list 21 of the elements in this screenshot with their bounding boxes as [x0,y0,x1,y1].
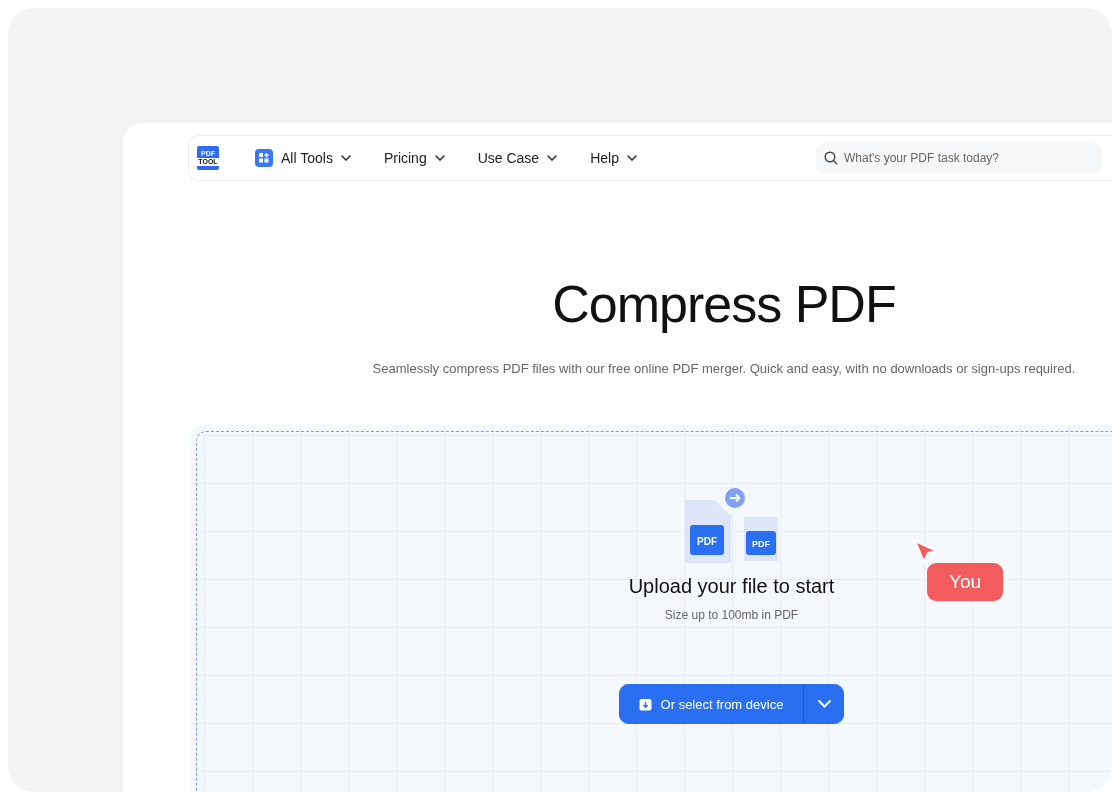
chevron-down-icon [547,155,558,161]
upload-hint: Size up to 100mb in PDF [664,608,799,622]
search-field[interactable]: What's your PDF task today? [816,143,1102,173]
upload-title: Upload your file to start [628,575,835,598]
chevron-down-icon [434,155,445,161]
nav-menu[interactable]: Use Case [477,149,558,167]
page-title: Compress PDF [552,274,896,334]
pdf-files-drawing: PDF PDF [681,487,782,565]
upload-dropzone[interactable]: PDF PDF Upload your file to start Size up to 100mb in PDF Or select from device You [190,425,1112,792]
nav-menu[interactable]: Pricing [383,149,445,167]
select-device-button[interactable]: Or select from device [618,684,805,724]
download-box-icon [638,697,652,711]
page-subtitle: Seamlessly compress PDF files with our free online PDF merger. Quick and easy, with no downloads or sign-ups required. [372,361,1076,376]
cursor-arrow-icon [913,539,939,565]
nav-menu[interactable]: Help [590,149,637,167]
apps-icon [255,149,273,167]
chevron-down-icon [817,700,831,708]
user-cursor-label: You [927,563,1004,601]
chevron-down-icon [626,155,637,161]
nav-menu[interactable]: All Tools [255,149,351,167]
chevron-down-icon [340,155,351,161]
